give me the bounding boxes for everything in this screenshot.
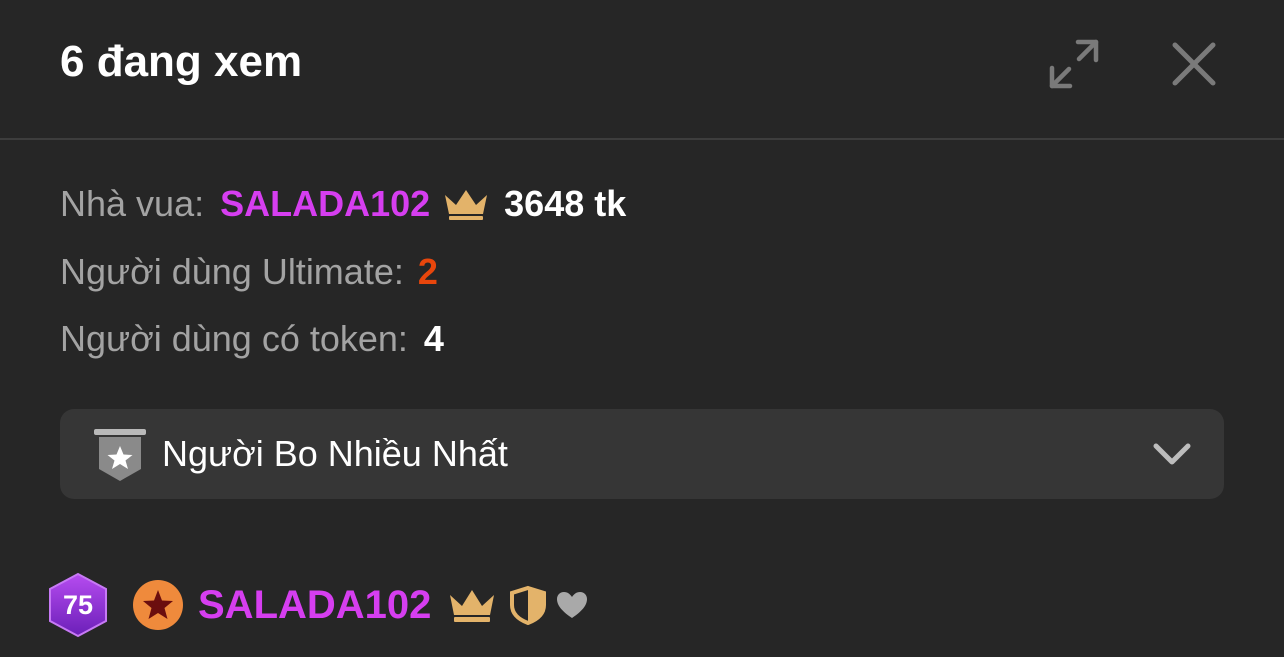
user-list-item[interactable]: 75 SALADA102 <box>46 570 589 640</box>
crown-icon <box>445 190 488 220</box>
king-name[interactable]: SALADA102 <box>220 182 430 226</box>
heart-icon <box>557 592 588 618</box>
dropdown-selected-label: Người Bo Nhiều Nhất <box>162 433 508 474</box>
king-label: Nhà vua: <box>60 183 205 224</box>
token-users-count: 4 <box>423 318 444 359</box>
user-name[interactable]: SALADA102 <box>198 581 431 629</box>
panel-header: 6 đang xem <box>0 0 1284 140</box>
close-button[interactable] <box>1168 38 1220 90</box>
expand-button[interactable] <box>1046 36 1102 92</box>
chevron-down-icon <box>1153 443 1191 465</box>
star-shield-icon <box>94 429 146 481</box>
crown-icon <box>450 590 495 622</box>
ultimate-users-row: Người dùng Ultimate: 2 <box>60 250 438 294</box>
token-users-row: Người dùng có token: 4 <box>60 317 444 361</box>
token-users-label: Người dùng có token: <box>60 318 408 359</box>
level-number: 75 <box>62 590 94 620</box>
shield-icon <box>510 585 547 625</box>
ultimate-label: Người dùng Ultimate: <box>60 251 404 292</box>
ultimate-count: 2 <box>417 251 438 292</box>
sort-dropdown[interactable]: Người Bo Nhiều Nhất <box>60 409 1224 499</box>
king-row: Nhà vua: SALADA102 3648 tk <box>60 182 626 226</box>
close-icon <box>1172 42 1216 86</box>
expand-icon <box>1049 39 1099 89</box>
king-tokens: 3648 tk <box>504 183 627 224</box>
viewer-count-title: 6 đang xem <box>60 37 303 86</box>
star-badge-icon <box>133 580 183 630</box>
level-badge: 75 <box>46 572 110 638</box>
